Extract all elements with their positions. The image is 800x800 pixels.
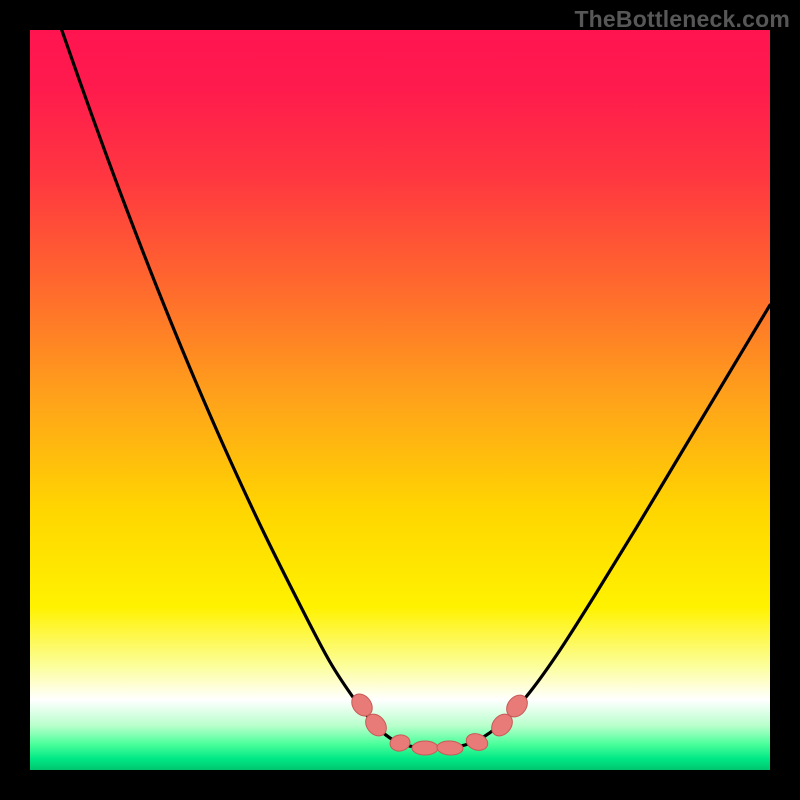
watermark-text: TheBottleneck.com — [574, 6, 790, 33]
plot-area — [30, 30, 770, 770]
curve-marker — [437, 740, 464, 755]
chart-curve — [30, 30, 770, 770]
curve-marker — [389, 733, 411, 752]
curve-marker — [412, 741, 438, 755]
